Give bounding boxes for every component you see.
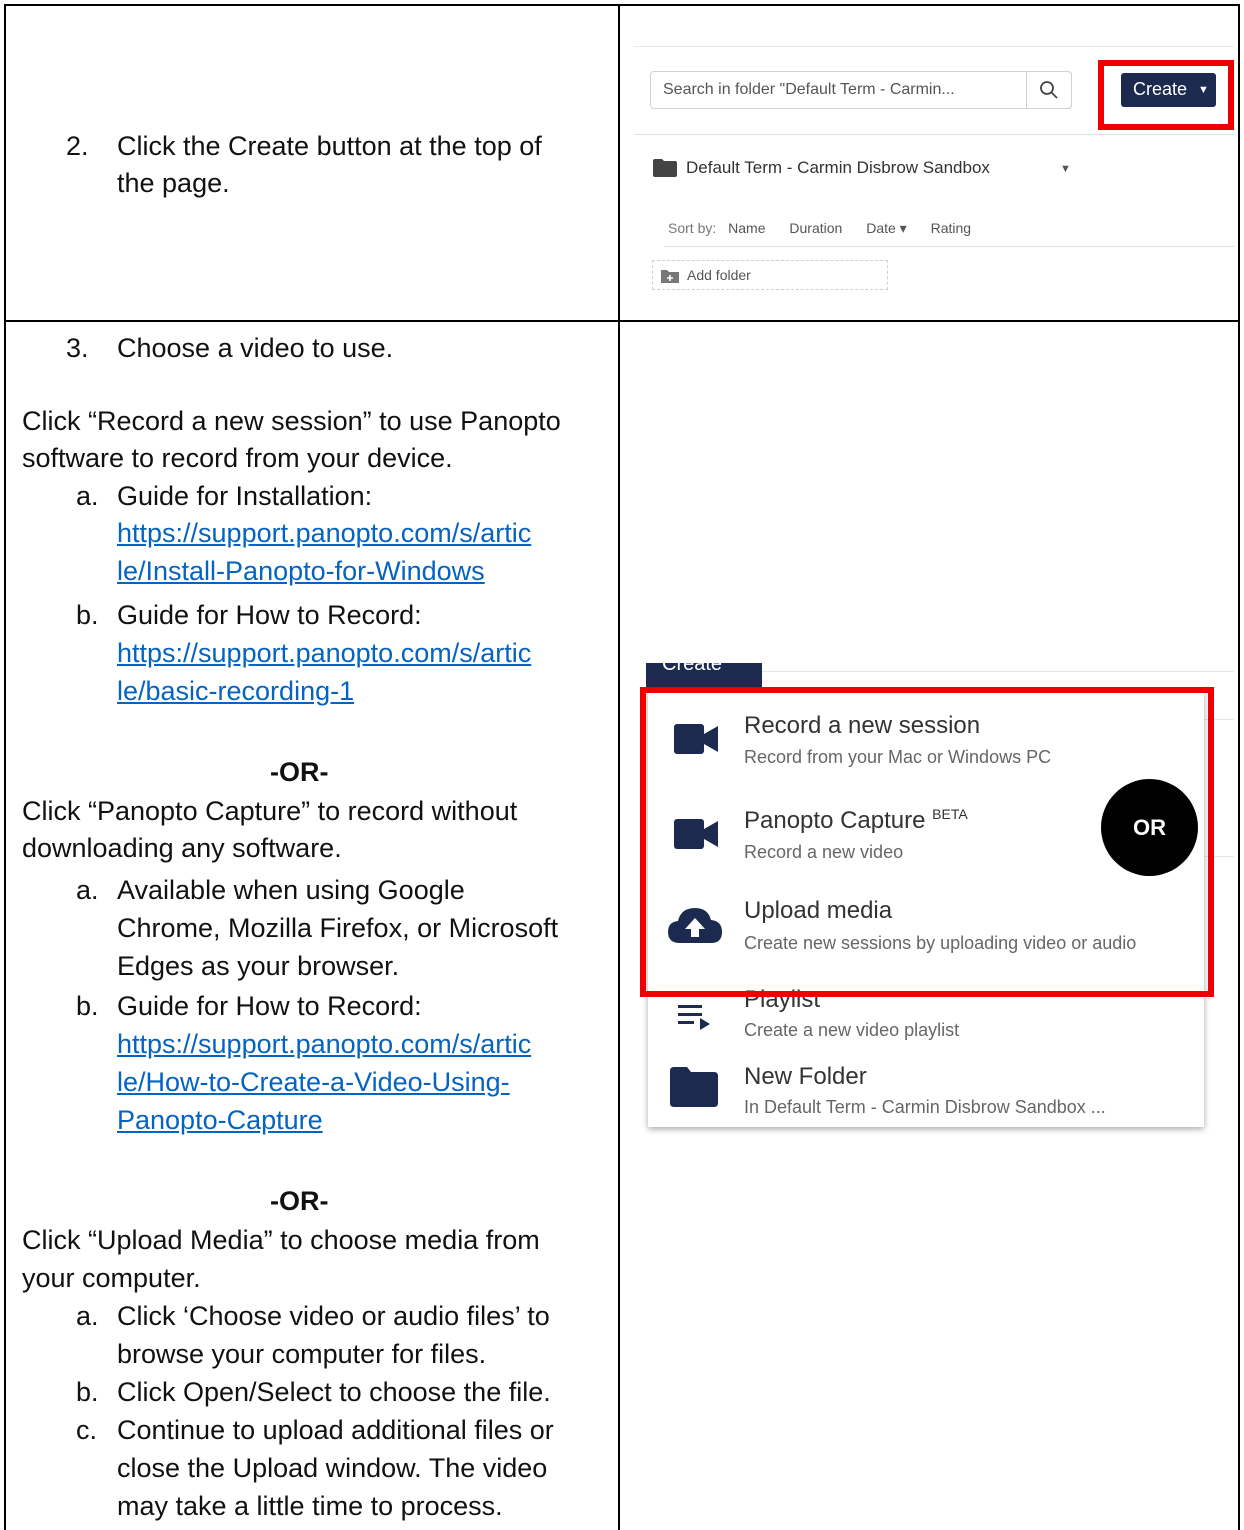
menu-item-new-folder[interactable]: New Folder In Default Term - Carmin Disb… [648, 1063, 1204, 1127]
folder-icon [670, 1067, 718, 1107]
record-item-a-label: Guide for Installation: [117, 481, 373, 511]
add-folder-label: Add folder [687, 267, 751, 283]
folder-name[interactable]: Default Term - Carmin Disbrow Sandbox [686, 158, 990, 178]
menu-item-subtitle: Create a new video playlist [744, 1020, 960, 1040]
upload-intro-line-1: Click “Upload Media” to choose media fro… [22, 1225, 540, 1255]
sort-option-rating[interactable]: Rating [931, 220, 971, 236]
capture-intro-line-2: downloading any software. [22, 833, 342, 863]
record-intro-line-1: Click “Record a new session” to use Pano… [22, 406, 561, 436]
table-border-right [1238, 4, 1240, 1530]
playlist-icon [678, 1005, 710, 1030]
add-folder-button[interactable]: Add folder [652, 260, 888, 290]
table-border-top [4, 4, 1240, 6]
sort-bar: Sort by: Name Duration Date ▾ Rating [668, 220, 991, 237]
table-row-divider [4, 320, 1240, 322]
sort-option-date[interactable]: Date ▾ [866, 220, 907, 236]
create-menu-screenshot: Create Record a new session Record from … [634, 663, 1234, 1183]
upload-item-c-line-3: may take a little time to process. [117, 1491, 503, 1521]
sort-option-name[interactable]: Name [728, 220, 765, 236]
or-separator-1: -OR- [270, 757, 329, 787]
panopto-folder-screenshot: Search in folder "Default Term - Carmin.… [634, 46, 1234, 311]
step-2-line-2: the page. [117, 168, 230, 198]
or-badge: OR [1101, 779, 1198, 876]
capture-guide-link-line-2[interactable]: le/How-to-Create-a-Video-Using- [117, 1064, 510, 1101]
sort-divider [664, 246, 1234, 247]
sort-option-duration[interactable]: Duration [789, 220, 842, 236]
upload-item-a-line-1: Click ‘Choose video or audio files’ to [117, 1301, 550, 1331]
step-3-number: 3. [66, 333, 89, 363]
search-icon [1040, 81, 1058, 99]
install-guide-link-line-1[interactable]: https://support.panopto.com/s/artic [117, 515, 531, 552]
step-2-line-1: Click the Create button at the top of [117, 131, 542, 161]
create-button-partial: Create [646, 663, 762, 689]
record-item-a-marker: a. [76, 481, 99, 511]
search-placeholder: Search in folder "Default Term - Carmin.… [663, 81, 955, 98]
upload-intro-line-2: your computer. [22, 1263, 201, 1293]
folder-dropdown-icon[interactable]: ▼ [1060, 163, 1071, 175]
capture-intro-line-1: Click “Panopto Capture” to record withou… [22, 796, 518, 826]
capture-item-a-line-2: Chrome, Mozilla Firefox, or Microsoft [117, 913, 559, 943]
capture-item-b-marker: b. [76, 991, 99, 1021]
capture-guide-link-line-1[interactable]: https://support.panopto.com/s/artic [117, 1026, 531, 1063]
capture-item-b-label: Guide for How to Record: [117, 991, 422, 1021]
capture-item-a-line-3: Edges as your browser. [117, 951, 400, 981]
add-folder-icon [661, 270, 679, 283]
upload-item-a-marker: a. [76, 1301, 99, 1331]
record-item-b-marker: b. [76, 600, 99, 630]
folder-icon [653, 159, 677, 177]
header-divider [634, 46, 1234, 47]
upload-item-b-line-1: Click Open/Select to choose the file. [117, 1377, 551, 1407]
record-guide-link-line-1[interactable]: https://support.panopto.com/s/artic [117, 635, 531, 672]
sort-label: Sort by: [668, 220, 717, 236]
upload-item-c-marker: c. [76, 1415, 98, 1445]
or-separator-2: -OR- [270, 1186, 329, 1216]
install-guide-link-line-2[interactable]: le/Install-Panopto-for-Windows [117, 553, 485, 590]
upload-item-c-line-2: close the Upload window. The video [117, 1453, 548, 1483]
upload-item-c-line-1: Continue to upload additional files or [117, 1415, 554, 1445]
step-2-number: 2. [66, 131, 89, 161]
search-input[interactable]: Search in folder "Default Term - Carmin.… [650, 71, 1072, 109]
upload-item-a-line-2: browse your computer for files. [117, 1339, 487, 1369]
menu-item-subtitle: In Default Term - Carmin Disbrow Sandbox… [744, 1097, 1106, 1117]
record-intro-line-2: software to record from your device. [22, 443, 453, 473]
capture-guide-link-line-3[interactable]: Panopto-Capture [117, 1102, 323, 1139]
upload-item-b-marker: b. [76, 1377, 99, 1407]
record-item-b-label: Guide for How to Record: [117, 600, 422, 630]
table-border-left [4, 4, 6, 1530]
capture-item-a-marker: a. [76, 875, 99, 905]
record-guide-link-line-2[interactable]: le/basic-recording-1 [117, 673, 354, 710]
table-column-divider [618, 4, 620, 1530]
background-divider [762, 671, 1234, 672]
search-button[interactable] [1026, 71, 1072, 109]
toolbar-divider [634, 134, 1234, 135]
step-3-title: Choose a video to use. [117, 333, 394, 363]
create-highlight-box [1098, 60, 1234, 130]
menu-item-title: New Folder [744, 1063, 867, 1090]
capture-item-a-line-1: Available when using Google [117, 875, 465, 905]
